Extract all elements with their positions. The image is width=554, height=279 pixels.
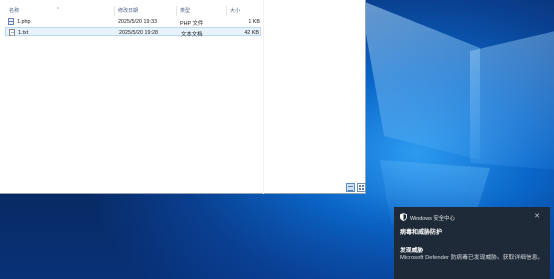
file-date: 2025/5/20 19:33 (118, 18, 157, 25)
column-header: ⌃ 名称 修改日期 类型 大小 (0, 5, 263, 17)
column-divider (226, 6, 227, 16)
column-date[interactable]: 修改日期 (118, 7, 138, 14)
column-divider (176, 6, 177, 16)
file-row[interactable]: 1.txt 2025/5/20 19:28 文本文档 42 KB (5, 27, 261, 38)
toast-app-name: Windows 安全中心 (410, 216, 455, 222)
wallpaper-light-beam (360, 0, 480, 160)
file-row[interactable]: 1.php 2025/5/20 19:33 PHP 文件 1 KB (5, 17, 261, 27)
file-type: 文本文档 (181, 31, 203, 38)
column-name[interactable]: 名称 (9, 7, 19, 14)
toast-body: Microsoft Defender 防病毒已发现威胁。获取详细信息。 (400, 255, 544, 261)
sort-chevron-icon[interactable]: ⌃ (56, 7, 60, 13)
toast-subtitle: 发现威胁 (400, 248, 424, 254)
file-type: PHP 文件 (180, 20, 204, 27)
column-type[interactable]: 类型 (180, 7, 190, 14)
wallpaper-light-beam (470, 30, 554, 170)
column-size[interactable]: 大小 (230, 7, 240, 14)
large-icons-view-icon[interactable] (357, 183, 366, 192)
close-icon[interactable]: ✕ (534, 212, 540, 220)
file-explorer-window: ⌃ 名称 修改日期 类型 大小 1.php 2025/5/20 19:33 PH… (0, 0, 366, 194)
shield-icon (400, 213, 407, 221)
file-date: 2025/5/20 19:28 (119, 29, 158, 36)
details-view-icon[interactable] (346, 183, 355, 192)
view-mode-toggle (346, 183, 366, 193)
file-name: 1.php (17, 18, 31, 25)
text-file-icon (9, 29, 15, 36)
file-name: 1.txt (18, 29, 29, 36)
toast-title: 病毒和威胁防护 (400, 230, 443, 236)
file-size: 42 KB (244, 29, 259, 36)
security-notification-toast[interactable]: Windows 安全中心 ✕ 病毒和威胁防护 发现威胁 Microsoft De… (394, 207, 550, 279)
php-file-icon (8, 18, 14, 25)
file-size: 1 KB (248, 18, 260, 25)
column-divider (114, 6, 115, 16)
pane-divider (263, 0, 264, 194)
